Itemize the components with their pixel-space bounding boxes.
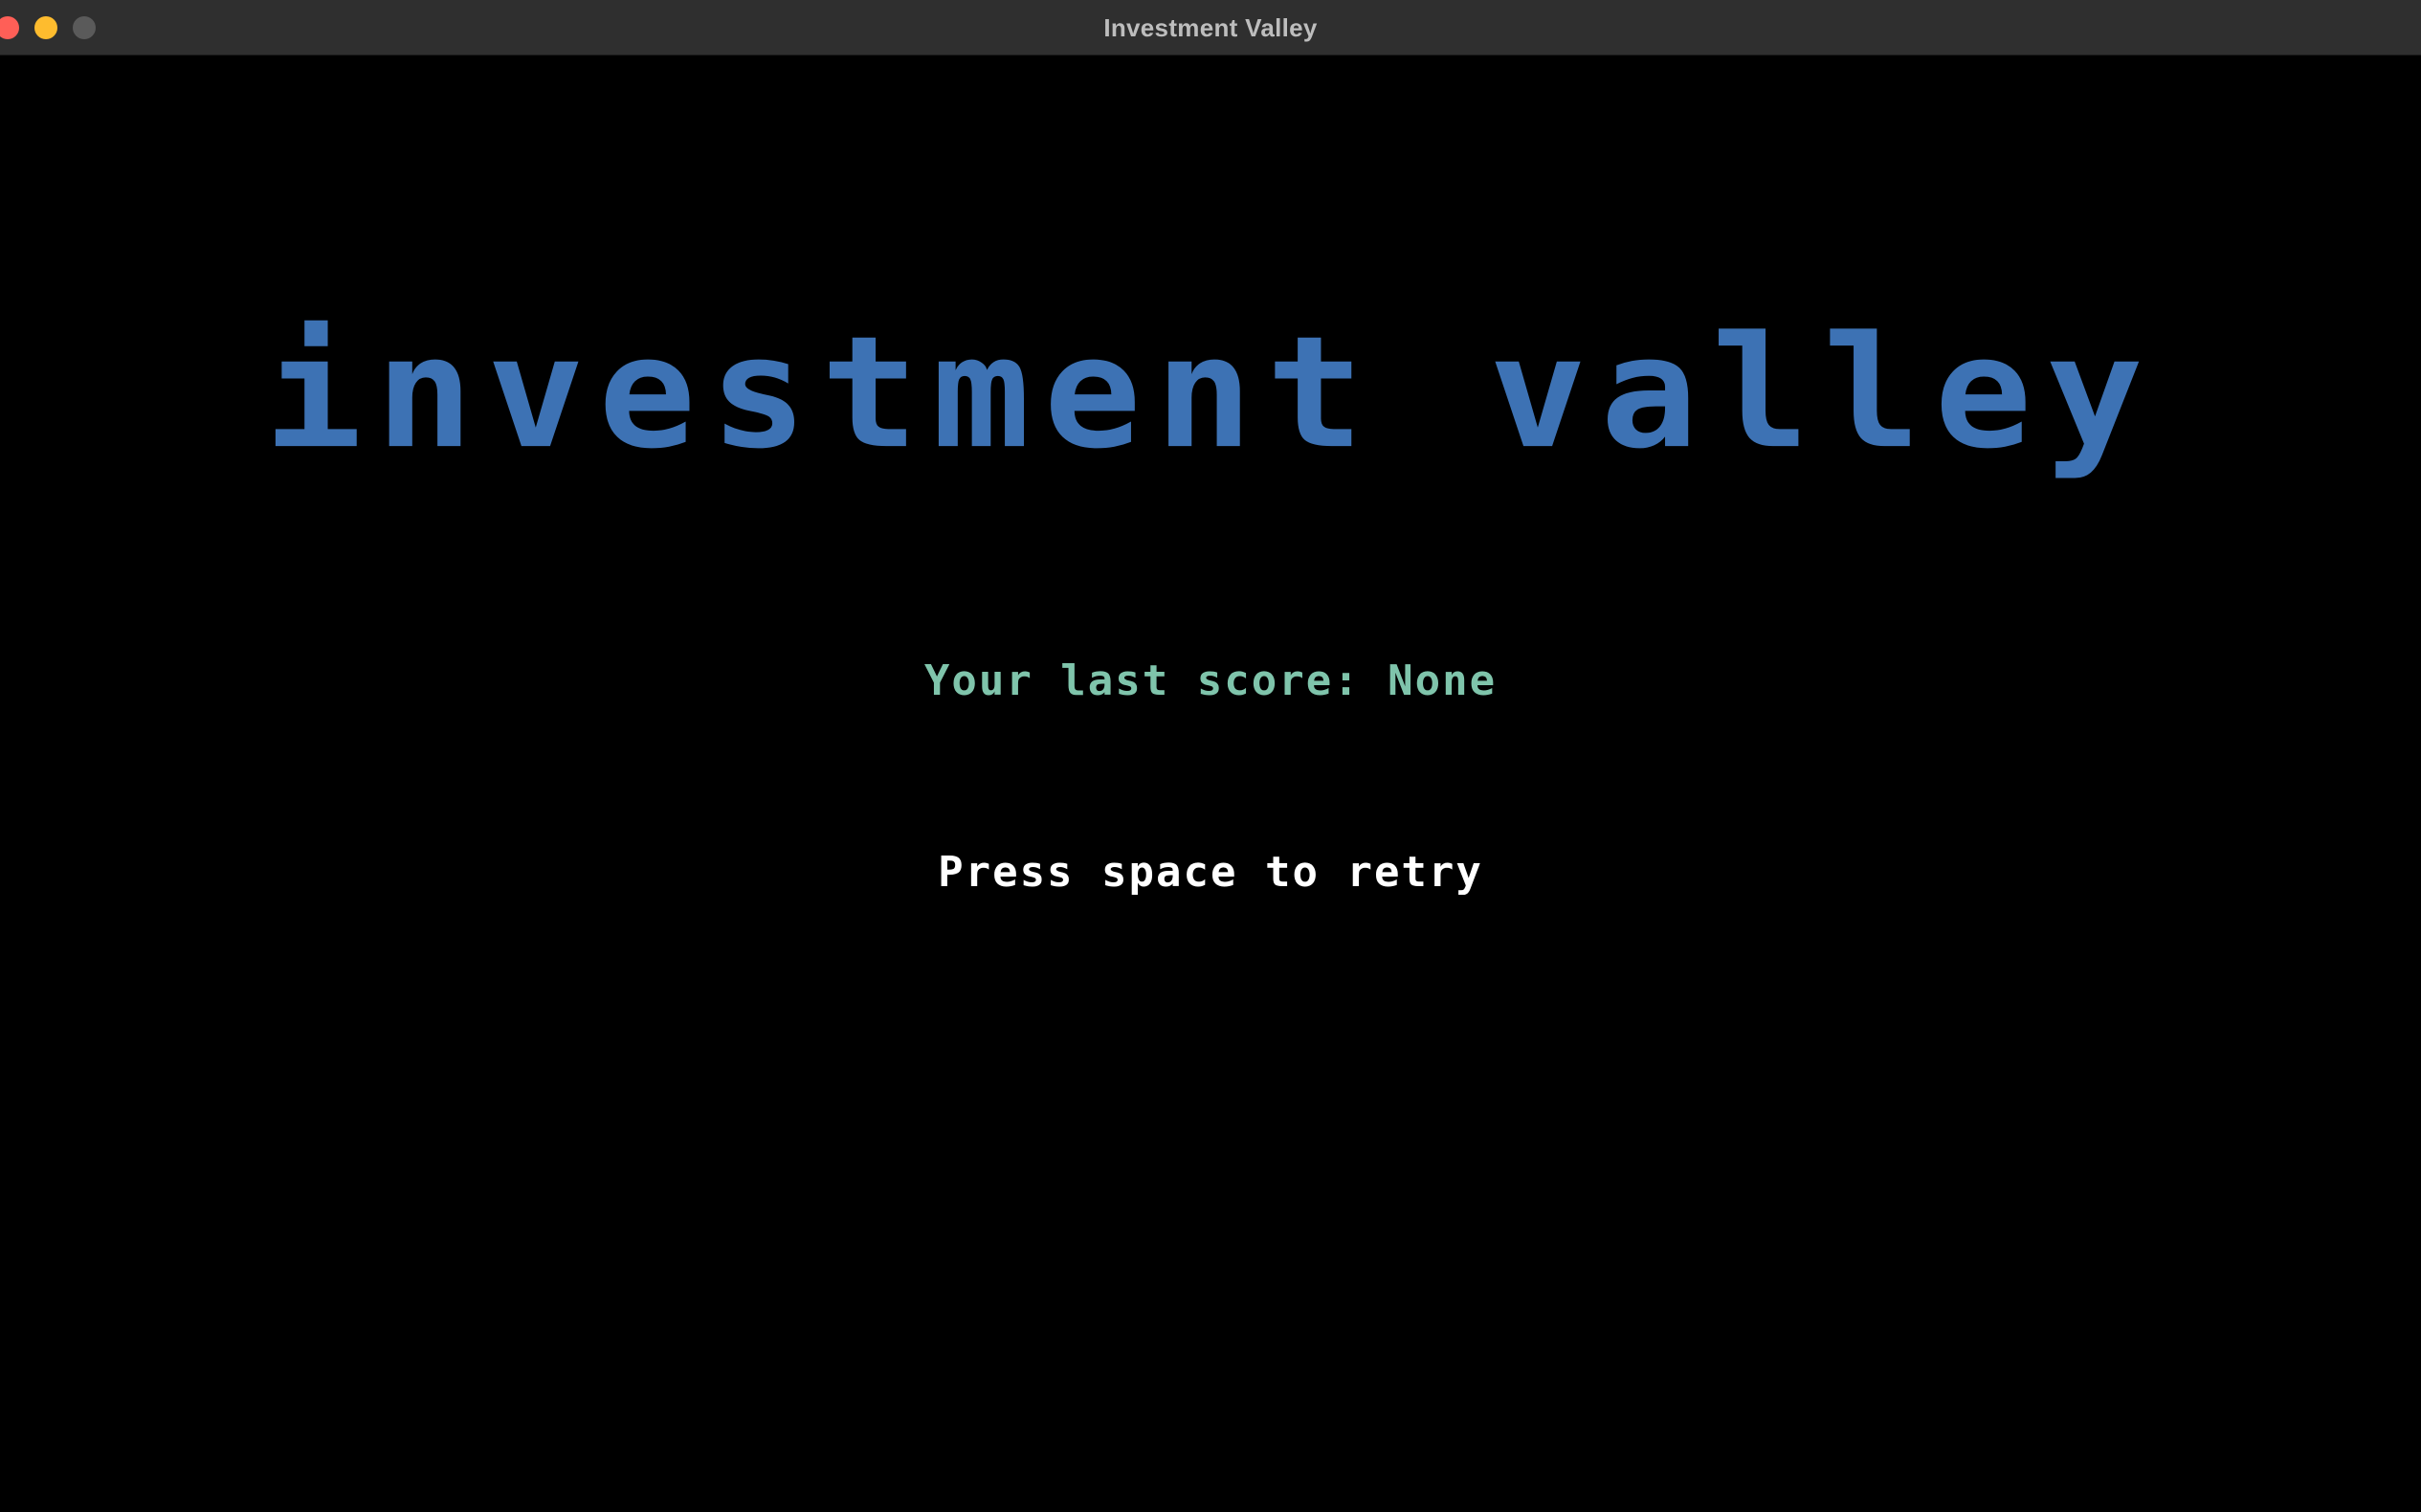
window-title: Investment Valley	[1103, 13, 1318, 42]
retry-prompt: Press space to retry	[938, 848, 1483, 897]
game-canvas[interactable]: Investment Valley Your last score: None …	[0, 56, 2421, 1512]
game-title: Investment Valley	[264, 302, 2157, 484]
last-score-text: Your last score: None	[923, 656, 1498, 705]
app-window: Investment Valley Investment Valley Your…	[0, 0, 2421, 1512]
window-titlebar[interactable]: Investment Valley	[0, 0, 2421, 56]
